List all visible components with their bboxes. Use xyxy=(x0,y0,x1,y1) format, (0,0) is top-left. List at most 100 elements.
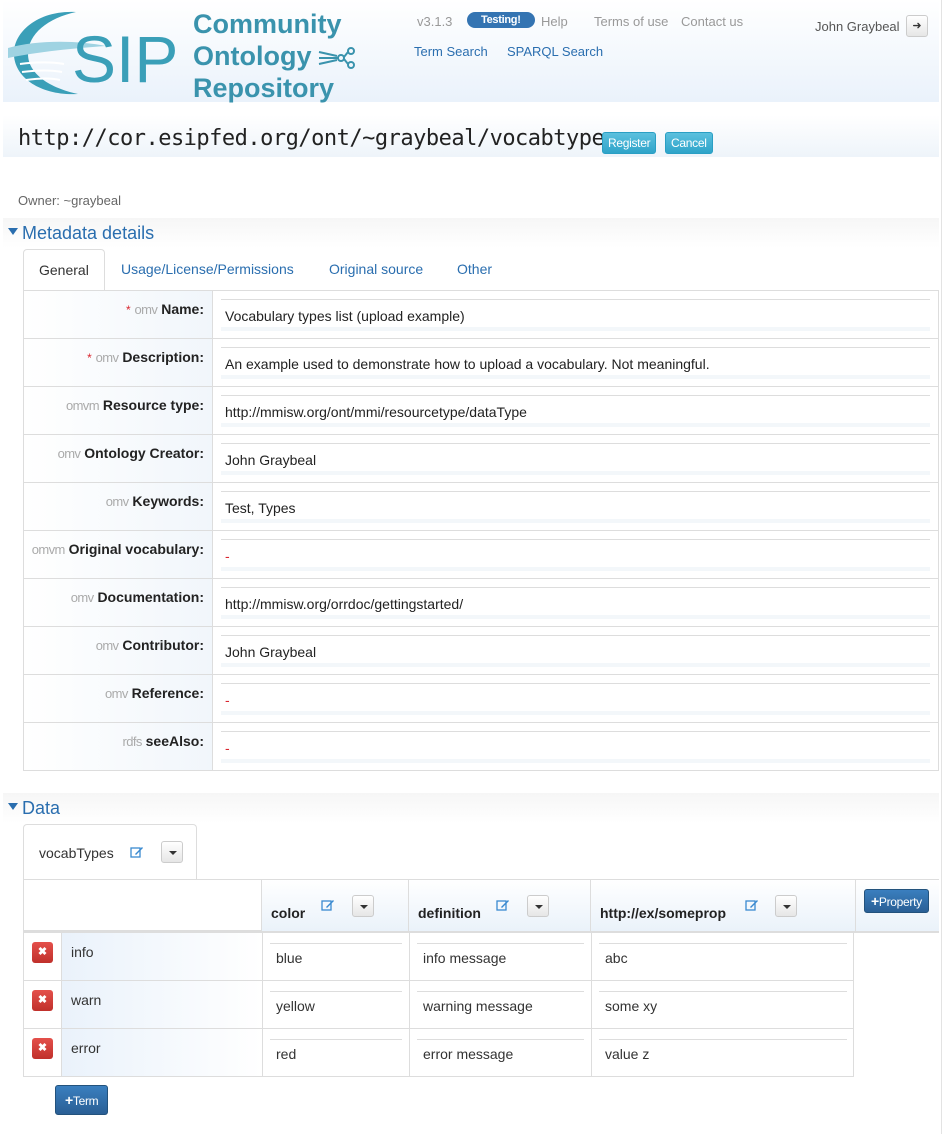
column-menu-dropdown[interactable] xyxy=(775,895,797,917)
edit-icon[interactable] xyxy=(496,899,510,911)
add-term-button[interactable]: +Term xyxy=(55,1085,109,1115)
register-button[interactable]: Register xyxy=(602,132,657,154)
cell-value: blue xyxy=(270,943,402,966)
column-menu-dropdown[interactable] xyxy=(352,895,374,917)
value-cell[interactable]: value z xyxy=(591,1029,854,1076)
value-cell[interactable]: blue xyxy=(262,933,409,980)
site-header: SIP Community Ontology Repository v3.1.3… xyxy=(3,0,939,103)
metadata-section-toggle[interactable]: Metadata details xyxy=(3,218,939,248)
value-cell[interactable]: info message xyxy=(409,933,591,980)
class-name: vocabTypes xyxy=(39,845,114,861)
field-label: omv Keywords: xyxy=(24,483,213,530)
field-label: omvm Resource type: xyxy=(24,387,213,434)
field-name: Keywords: xyxy=(132,493,204,509)
required-marker: * xyxy=(125,303,131,317)
namespace-prefix: omv xyxy=(105,494,129,509)
delete-term-button[interactable]: ✖ xyxy=(32,1038,53,1059)
field-name: Ontology Creator: xyxy=(84,445,204,461)
tab-usage-license-permissions[interactable]: Usage/License/Permissions xyxy=(121,249,294,291)
description-field[interactable]: An example used to demonstrate how to up… xyxy=(221,347,930,379)
owner-label: Owner: ~graybeal xyxy=(18,193,121,208)
class-tab-vocabtypes[interactable]: vocabTypes xyxy=(23,824,197,880)
value-cell[interactable]: red xyxy=(262,1029,409,1076)
field-name: seeAlso: xyxy=(145,733,204,749)
data-section-title: Data xyxy=(22,798,61,818)
original-vocabulary-field[interactable]: - xyxy=(221,539,930,571)
value-cell[interactable]: warning message xyxy=(409,981,591,1028)
term-cell[interactable]: warn xyxy=(61,981,262,1028)
namespace-prefix: omvm xyxy=(65,398,100,413)
add-property-button[interactable]: +Property xyxy=(864,889,929,913)
sparql-search-link[interactable]: SPARQL Search xyxy=(507,44,603,59)
reference-field[interactable]: - xyxy=(221,683,930,715)
logout-button[interactable]: ➜ xyxy=(906,15,928,37)
contributor-field[interactable]: John Graybeal xyxy=(221,635,930,667)
namespace-prefix: omv xyxy=(95,350,119,365)
class-menu-dropdown[interactable] xyxy=(161,841,183,863)
cell-value: some xy xyxy=(599,991,847,1014)
cell-value: value z xyxy=(599,1039,847,1062)
field-label: omvm Original vocabulary: xyxy=(24,531,213,578)
namespace-prefix: rdfs xyxy=(122,734,142,749)
field-label: * omv Name: xyxy=(24,291,213,338)
field-name: Reference: xyxy=(131,685,204,701)
esip-logo[interactable]: SIP xyxy=(6,4,186,100)
field-name: Contributor: xyxy=(122,637,204,653)
data-section-toggle[interactable]: Data xyxy=(3,793,939,823)
caret-down-icon xyxy=(8,228,18,235)
delete-term-button[interactable]: ✖ xyxy=(32,942,53,963)
edit-icon[interactable] xyxy=(745,899,759,911)
field-name: Documentation: xyxy=(97,589,204,605)
field-name: Resource type: xyxy=(102,397,204,413)
name-field[interactable]: Vocabulary types list (upload example) xyxy=(221,299,930,331)
value-cell[interactable]: abc xyxy=(591,933,854,980)
term-name: error xyxy=(71,1040,101,1056)
metadata-row-documentation: omv Documentation: http://mmisw.org/orrd… xyxy=(24,578,938,626)
field-label: omv Contributor: xyxy=(24,627,213,674)
metadata-row-resource-type: omvm Resource type: http://mmisw.org/ont… xyxy=(24,386,938,434)
column-menu-dropdown[interactable] xyxy=(527,895,549,917)
tab-original-source[interactable]: Original source xyxy=(329,249,423,291)
contact-us-link[interactable]: Contact us xyxy=(681,14,743,29)
logo-line-repository: Repository xyxy=(193,73,335,103)
help-link[interactable]: Help xyxy=(541,14,568,29)
tab-other[interactable]: Other xyxy=(457,249,492,291)
tab-general[interactable]: General xyxy=(23,249,105,291)
field-label: omv Ontology Creator: xyxy=(24,435,213,482)
table-row: ✖ info blue info message abc xyxy=(23,933,854,981)
field-name: Description: xyxy=(122,349,204,365)
namespace-prefix: omv xyxy=(70,590,94,605)
ontology-uri-bar: http://cor.esipfed.org/ont/~graybeal/voc… xyxy=(3,115,939,157)
resource-type-field[interactable]: http://mmisw.org/ont/mmi/resourcetype/da… xyxy=(221,395,930,427)
terms-of-use-link[interactable]: Terms of use xyxy=(594,14,668,29)
field-label: rdfs seeAlso: xyxy=(24,723,213,770)
namespace-prefix: omv xyxy=(134,302,158,317)
field-label: omv Documentation: xyxy=(24,579,213,626)
user-name[interactable]: John Graybeal xyxy=(815,19,900,34)
delete-term-button[interactable]: ✖ xyxy=(32,990,53,1011)
term-cell[interactable]: error xyxy=(61,1029,262,1076)
value-cell[interactable]: yellow xyxy=(262,981,409,1028)
namespace-prefix: omv xyxy=(104,686,128,701)
close-icon: ✖ xyxy=(37,946,48,958)
page-edge xyxy=(941,0,948,1134)
cancel-button[interactable]: Cancel xyxy=(665,132,713,154)
grid-header: color definition http://ex/someprop +Pro… xyxy=(23,879,939,933)
term-cell[interactable]: info xyxy=(61,933,262,980)
cell-value: red xyxy=(270,1039,402,1062)
term-search-link[interactable]: Term Search xyxy=(414,44,488,59)
value-cell[interactable]: some xy xyxy=(591,981,854,1028)
documentation-field[interactable]: http://mmisw.org/orrdoc/gettingstarted/ xyxy=(221,587,930,619)
cell-value: abc xyxy=(599,943,847,966)
keywords-field[interactable]: Test, Types xyxy=(221,491,930,523)
add-property-label: Property xyxy=(878,895,922,909)
column-header-actions: +Property xyxy=(855,880,939,931)
ontology-creator-field[interactable]: John Graybeal xyxy=(221,443,930,475)
edit-icon[interactable] xyxy=(130,846,144,858)
see-also-field[interactable]: - xyxy=(221,731,930,763)
edit-icon[interactable] xyxy=(321,899,335,911)
table-row: ✖ warn yellow warning message some xy xyxy=(23,981,854,1029)
column-name: http://ex/someprop xyxy=(600,905,727,921)
value-cell[interactable]: error message xyxy=(409,1029,591,1076)
metadata-row-name: * omv Name: Vocabulary types list (uploa… xyxy=(24,290,938,338)
